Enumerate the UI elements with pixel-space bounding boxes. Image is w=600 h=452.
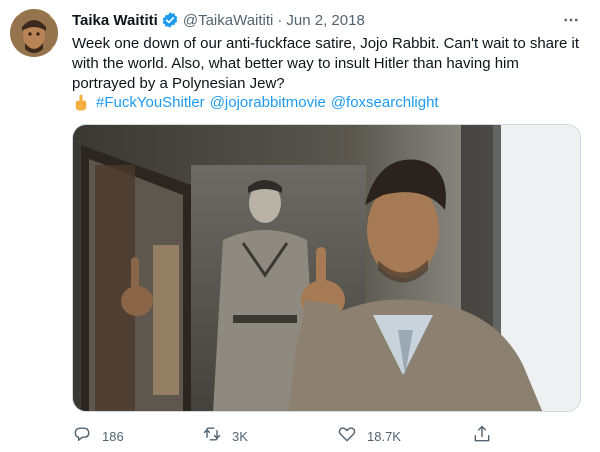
mention-link-foxsearchlight[interactable]: @foxsearchlight: [331, 93, 439, 113]
tweet-body: Week one down of our anti-fuckface satir…: [72, 35, 580, 92]
tweet-actions: 186 3K 18.7K: [72, 424, 502, 446]
middle-finger-emoji-icon: [72, 94, 90, 112]
tweet-photo[interactable]: [72, 124, 581, 412]
retweet-button[interactable]: 3K: [202, 424, 248, 449]
hashtag-link[interactable]: #FuckYouShitler: [96, 93, 205, 113]
separator: ·: [277, 11, 283, 29]
tweet-header: Taika Waititi @TaikaWaititi · Jun 2, 201…: [72, 10, 587, 30]
reply-icon: [72, 424, 92, 449]
mention-link-jojorabbitmovie[interactable]: @jojorabbitmovie: [210, 93, 326, 113]
share-icon: [472, 424, 492, 449]
reply-count: 186: [102, 429, 124, 444]
more-options-icon[interactable]: [561, 10, 581, 30]
tweet-card: Taika Waititi @TaikaWaititi · Jun 2, 201…: [0, 0, 600, 452]
verified-badge-icon: [161, 11, 179, 29]
tweet-date[interactable]: Jun 2, 2018: [286, 12, 364, 29]
share-button[interactable]: [472, 424, 492, 449]
heart-icon: [337, 424, 357, 449]
avatar[interactable]: [10, 9, 58, 57]
author-handle[interactable]: @TaikaWaititi: [183, 12, 274, 29]
retweet-icon: [202, 424, 222, 449]
author-name[interactable]: Taika Waititi: [72, 12, 158, 29]
like-button[interactable]: 18.7K: [337, 424, 401, 449]
reply-button[interactable]: 186: [72, 424, 124, 449]
tweet-text: Week one down of our anti-fuckface satir…: [72, 34, 582, 94]
like-count: 18.7K: [367, 429, 401, 444]
tweet-tags: #FuckYouShitler @jojorabbitmovie @foxsea…: [72, 93, 444, 113]
retweet-count: 3K: [232, 429, 248, 444]
